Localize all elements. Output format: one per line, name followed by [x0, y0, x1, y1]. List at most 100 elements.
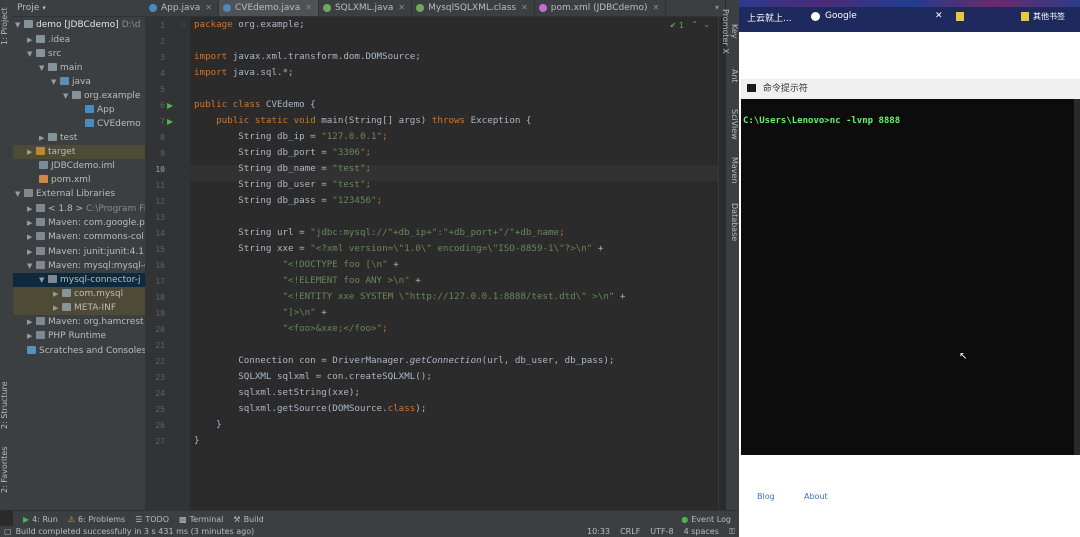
database-tool-tab[interactable]: Database [726, 200, 739, 244]
cmd-title-bar[interactable]: 命令提示符 [741, 79, 1080, 99]
code-line-23: SQLXML sqlxml = con.createSQLXML(); [194, 371, 432, 382]
structure-tool-tab[interactable]: 2: Structure [0, 380, 13, 430]
indent-setting[interactable]: 4 spaces [684, 527, 719, 536]
play-icon: ▶ [23, 514, 30, 524]
tab-mysqlsqlxml-class[interactable]: MysqlSQLXML.class ✕ [412, 0, 535, 16]
warning-icon: ⚠ [67, 514, 75, 524]
status-bar: ▢ Build completed successfully in 3 s 43… [0, 526, 739, 537]
close-icon[interactable]: ✕ [935, 11, 943, 21]
tree-item-com-mysql[interactable]: ▶ com.mysql [13, 287, 145, 301]
line-number: 6 [160, 101, 165, 110]
about-link[interactable]: About [804, 492, 828, 501]
close-icon[interactable]: ✕ [398, 0, 405, 16]
sciview-tool-tab[interactable]: SciView [726, 108, 739, 140]
tree-item-java[interactable]: ▼ java [13, 75, 91, 89]
tree-item-test[interactable]: ▶ test [13, 131, 77, 145]
todo-tool-button[interactable]: ☰ TODO [135, 515, 169, 524]
close-icon[interactable]: ✕ [521, 0, 528, 16]
tree-item-maven-google[interactable]: ▶ Maven: com.google.p [13, 216, 145, 230]
tab-sqlxml-java[interactable]: SQLXML.java ✕ [319, 0, 413, 16]
event-log-button[interactable]: ● Event Log [681, 515, 731, 524]
tree-item-maven-commons[interactable]: ▶ Maven: commons-col [13, 230, 144, 244]
inspection-badge[interactable]: ✔ 1 [670, 21, 684, 30]
code-line-22: Connection con = DriverManager.getConnec… [194, 355, 615, 366]
line-number: 22 [155, 357, 165, 366]
fold-icon[interactable]: ▫ [181, 21, 186, 29]
caret-position[interactable]: 10:33 [587, 527, 610, 536]
code-line-15: String xxe = "<?xml version=\"1.0\" enco… [194, 243, 604, 254]
tree-item-cvedemo[interactable]: CVEdemo [13, 117, 141, 131]
code-line-19: "]>\n" + [194, 307, 327, 318]
code-line-3: import javax.xml.transform.dom.DOMSource… [194, 51, 421, 62]
right-tool-strip: Key Promoter X Ant SciView Maven Databas… [721, 0, 739, 510]
code-line-11: String db_user = "test"; [194, 179, 372, 190]
tree-item-idea[interactable]: ▶ .idea [13, 33, 70, 47]
tree-item-target[interactable]: ▶ target [13, 145, 145, 159]
terminal-icon: ▩ [179, 514, 187, 524]
blog-link[interactable]: Blog [757, 492, 775, 501]
project-panel-header: Proje ▾ [13, 0, 145, 17]
tree-item-meta-inf[interactable]: ▶ META-INF [13, 301, 145, 315]
close-icon[interactable]: ✕ [653, 0, 660, 16]
tree-item-external-libraries[interactable]: ▼ External Libraries [13, 187, 115, 201]
line-number: 26 [155, 421, 165, 430]
tab-cvedemo-java[interactable]: CVEdemo.java ✕ [219, 0, 319, 16]
tree-item-pom[interactable]: pom.xml [13, 173, 90, 187]
hammer-icon: ⚒ [233, 514, 241, 524]
lock-icon[interactable]: ⚿ [729, 527, 735, 537]
maven-icon [538, 4, 547, 12]
line-number: 7 [160, 117, 165, 126]
maven-tool-tab[interactable]: Maven [726, 150, 739, 190]
close-icon[interactable]: ✕ [305, 0, 312, 16]
tree-item-app[interactable]: App [13, 103, 115, 117]
code-line-18: "<!ENTITY xxe SYSTEM \"http://127.0.0.1:… [194, 291, 626, 302]
chevron-down-icon[interactable]: ⌄ [703, 20, 710, 29]
tree-item-iml[interactable]: JDBCdemo.iml [13, 159, 115, 173]
line-separator[interactable]: CRLF [620, 527, 640, 536]
tab-app-java[interactable]: App.java ✕ [145, 0, 220, 16]
other-bookmarks[interactable]: 其他书签 [1033, 11, 1065, 22]
tree-item-mysql-connector[interactable]: ▼ mysql-connector-j [13, 273, 145, 287]
command-prompt-window[interactable]: 命令提示符 C:\Users\Lenovo>nc -lvnp 8888 ↖ [741, 79, 1080, 455]
key-promoter-tab[interactable]: Key Promoter X [721, 6, 739, 56]
tree-item-main[interactable]: ▼ main [13, 61, 83, 75]
code-line-20: "<foo>&xxe;</foo>"; [194, 323, 388, 334]
build-tool-button[interactable]: ⚒ Build [233, 515, 263, 524]
project-view-selector[interactable]: Proje [17, 3, 39, 13]
code-line-14: String url = "jdbc:mysql://"+db_ip+":"+d… [194, 227, 565, 238]
tree-item-php-runtime[interactable]: ▶ PHP Runtime [13, 329, 106, 343]
cmd-scrollbar[interactable] [1074, 99, 1080, 455]
close-icon[interactable]: ✕ [205, 0, 212, 16]
favorites-tool-tab[interactable]: 2: Favorites [0, 445, 13, 495]
code-line-7: public static void main(String[] args) t… [194, 115, 532, 126]
run-gutter-icon[interactable]: ▶ [167, 117, 173, 126]
line-number-gutter: 1 2 3 4 5 6 7 8 9 10 11 12 13 14 15 16 1… [145, 17, 190, 510]
tree-item-scratches[interactable]: Scratches and Consoles [13, 344, 145, 358]
line-number: 1 [160, 21, 165, 30]
tree-item-maven-mysql[interactable]: ▼ Maven: mysql:mysql-c [13, 259, 145, 273]
problems-tool-button[interactable]: ⚠ 6: Problems [68, 515, 125, 524]
run-gutter-icon[interactable]: ▶ [167, 101, 173, 110]
bookmark-folder[interactable] [969, 11, 972, 21]
build-status-icon: ▢ [4, 527, 12, 536]
interface-icon [322, 4, 331, 12]
tree-item-jdk[interactable]: ▶ < 1.8 > C:\Program Fi [13, 202, 145, 216]
file-encoding[interactable]: UTF-8 [650, 527, 673, 536]
bookmark-shangyun[interactable]: 上云就上... [747, 11, 792, 24]
terminal-tool-button[interactable]: ▩ Terminal [179, 515, 223, 524]
ant-tool-tab[interactable]: Ant [726, 66, 739, 86]
line-number: 19 [155, 309, 165, 318]
run-tool-button[interactable]: ▶ 4: Run [23, 515, 58, 524]
chevron-down-icon[interactable]: ▾ [42, 4, 46, 12]
project-tool-tab[interactable]: 1: Project [0, 6, 13, 46]
tab-pom-xml[interactable]: pom.xml (JDBCdemo) ✕ [535, 0, 667, 16]
bookmark-google[interactable]: Google [825, 11, 857, 21]
tree-item-demo[interactable]: ▼ demo [JDBCdemo] D:\d [13, 18, 140, 32]
tree-item-src[interactable]: ▼ src [13, 47, 61, 61]
tree-item-maven-junit[interactable]: ▶ Maven: junit:junit:4.11 [13, 245, 145, 259]
tree-item-package[interactable]: ▼ org.example [13, 89, 140, 103]
code-editor[interactable]: ✔ 1 ⌃ ⌄ package org.example; import java… [190, 17, 718, 510]
class-file-icon [416, 4, 425, 12]
tree-item-maven-hamcrest[interactable]: ▶ Maven: org.hamcrest [13, 315, 144, 329]
chevron-up-icon[interactable]: ⌃ [691, 20, 698, 29]
